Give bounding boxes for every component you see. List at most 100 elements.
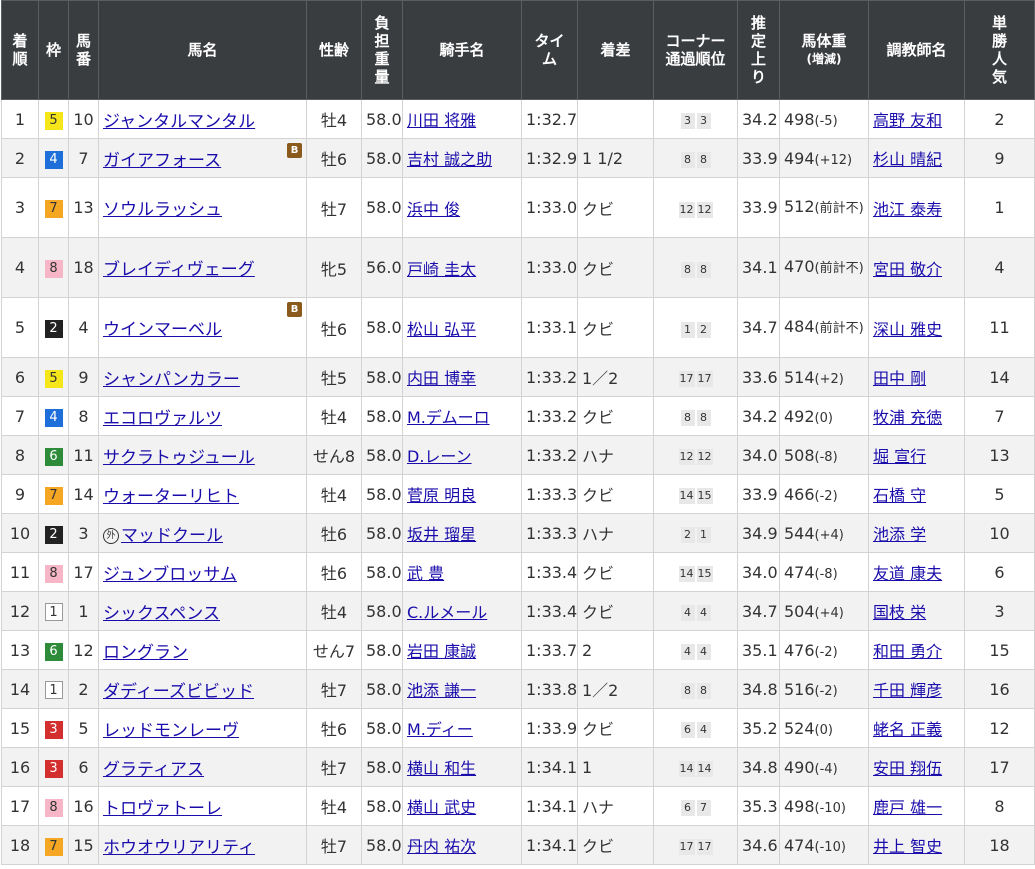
trainer-link[interactable]: 池江 泰寿: [873, 200, 942, 219]
horse-link[interactable]: ジャンタルマンタル: [103, 112, 255, 132]
horse-link[interactable]: ブレイディヴェーグ: [103, 260, 255, 280]
header-num: 馬番: [68, 0, 99, 100]
horse-link[interactable]: シックスペンス: [103, 604, 220, 624]
corner-3: 14: [678, 761, 695, 777]
margin-value: クビ: [582, 486, 615, 505]
jockey-link[interactable]: M.ディー: [407, 720, 473, 739]
trainer-link[interactable]: 井上 智史: [873, 837, 942, 856]
weight-value: 494: [784, 148, 815, 168]
jockey-link[interactable]: 岩田 康誠: [407, 642, 476, 661]
num-cell: 3: [68, 513, 99, 553]
jockey-link[interactable]: 吉村 誠之助: [407, 150, 492, 169]
header-frame: 枠: [38, 0, 69, 100]
table-row: 17 8 16 トロヴァトーレ 牡4 58.0 横山 武史 1:34.1 ハナ …: [1, 786, 1035, 826]
jockey-link[interactable]: 浜中 俊: [407, 200, 460, 219]
horse-link[interactable]: ソウルラッシュ: [103, 200, 222, 220]
horse-link[interactable]: ガイアフォース: [103, 151, 221, 171]
corner-cell: 21: [653, 513, 738, 553]
trainer-link[interactable]: 堀 宣行: [873, 447, 926, 466]
weight-cell: 466(-2): [779, 474, 869, 514]
trainer-link[interactable]: 国枝 栄: [873, 603, 926, 622]
rank-value: 13: [9, 640, 31, 660]
jockey-link[interactable]: 戸崎 圭太: [407, 260, 476, 279]
jockey-link[interactable]: 松山 弘平: [407, 320, 476, 339]
pop-value: 6: [994, 562, 1005, 582]
blinker-badge-icon: B: [287, 302, 302, 317]
jockey-link[interactable]: 横山 和生: [407, 759, 476, 778]
trainer-link[interactable]: 千田 輝彦: [873, 681, 942, 700]
trainer-cell: 蛯名 正義: [868, 708, 965, 748]
trainer-link[interactable]: 石橋 守: [873, 486, 926, 505]
trainer-link[interactable]: 深山 雅史: [873, 320, 942, 339]
horse-link[interactable]: グラティアス: [103, 760, 204, 780]
trainer-link[interactable]: 和田 勇介: [873, 642, 942, 661]
trainer-link[interactable]: 田中 剛: [873, 369, 926, 388]
load-cell: 58.0: [361, 138, 403, 178]
trainer-link[interactable]: 牧浦 充徳: [873, 408, 942, 427]
horse-cell: レッドモンレーヴ: [98, 708, 307, 748]
frame-cell: 5: [38, 99, 69, 139]
time-cell: 1:34.1: [521, 747, 578, 787]
pop-value: 15: [989, 640, 1010, 660]
jockey-link[interactable]: 丹内 祐次: [407, 837, 476, 856]
jockey-link[interactable]: M.デムーロ: [407, 408, 490, 427]
horse-link[interactable]: エコロヴァルツ: [103, 409, 222, 429]
horse-link[interactable]: ロングラン: [103, 643, 188, 663]
sexage-cell: 牡7: [306, 747, 362, 787]
jockey-link[interactable]: 横山 武史: [407, 798, 476, 817]
last3f-value: 34.8: [742, 679, 778, 699]
horse-link[interactable]: マッドクール: [121, 526, 223, 546]
trainer-link[interactable]: 池添 学: [873, 525, 926, 544]
horse-link[interactable]: ダディーズビビッド: [103, 682, 254, 702]
weight-diff: (前計不): [814, 320, 864, 336]
pop-cell: 5: [964, 474, 1035, 514]
rank-value: 16: [9, 757, 31, 777]
table-row: 5 2 4 ウインマーベル B 牡6 58.0 松山 弘平 1:33.1 クビ 1…: [1, 297, 1035, 358]
trainer-link[interactable]: 蛯名 正義: [873, 720, 942, 739]
num-cell: 10: [68, 99, 99, 139]
jockey-link[interactable]: 坂井 瑠星: [407, 525, 476, 544]
horse-link[interactable]: シャンパンカラー: [103, 370, 240, 390]
trainer-link[interactable]: 高野 友和: [873, 111, 942, 130]
horse-link[interactable]: サクラトゥジュール: [103, 448, 255, 468]
corner-3: 8: [680, 152, 695, 168]
table-row: 6 5 9 シャンパンカラー 牡5 58.0 内田 博幸 1:33.2 1／2 …: [1, 357, 1035, 397]
horse-link[interactable]: ウインマーベル: [103, 320, 222, 340]
trainer-link[interactable]: 宮田 敬介: [873, 260, 942, 279]
trainer-link[interactable]: 鹿戸 雄一: [873, 798, 942, 817]
jockey-cell: 横山 和生: [402, 747, 522, 787]
num-cell: 6: [68, 747, 99, 787]
horse-link[interactable]: ウォーターリヒト: [103, 487, 239, 507]
trainer-cell: 安田 翔伍: [868, 747, 965, 787]
jockey-link[interactable]: C.ルメール: [407, 603, 487, 622]
horse-cell: ダディーズビビッド: [98, 669, 307, 709]
pop-cell: 2: [964, 99, 1035, 139]
trainer-cell: 千田 輝彦: [868, 669, 965, 709]
weight-cell: 498(-10): [779, 786, 869, 826]
horse-link[interactable]: トロヴァトーレ: [103, 799, 222, 819]
sexage-value: 牡7: [320, 681, 348, 700]
jockey-link[interactable]: 武 豊: [407, 564, 444, 583]
jockey-link[interactable]: 川田 将雅: [407, 111, 476, 130]
jockey-link[interactable]: D.レーン: [407, 447, 472, 466]
jockey-cell: C.ルメール: [402, 591, 522, 631]
frame-badge: 3: [44, 720, 63, 739]
trainer-link[interactable]: 杉山 晴紀: [873, 150, 942, 169]
trainer-link[interactable]: 安田 翔伍: [873, 759, 942, 778]
sexage-cell: 牡5: [306, 357, 362, 397]
jockey-link[interactable]: 内田 博幸: [407, 369, 476, 388]
corner-4: 3: [696, 113, 711, 129]
jockey-link[interactable]: 池添 謙一: [407, 681, 476, 700]
horse-link[interactable]: ホウオウリアリティ: [103, 838, 255, 858]
sexage-cell: 牡6: [306, 297, 362, 358]
trainer-link[interactable]: 友道 康夫: [873, 564, 942, 583]
sexage-cell: せん8: [306, 435, 362, 475]
horse-link[interactable]: ジュンブロッサム: [103, 565, 237, 585]
weight-value: 484: [784, 316, 815, 336]
jockey-link[interactable]: 菅原 明良: [407, 486, 476, 505]
corner-4: 8: [696, 261, 711, 278]
num-value: 5: [78, 718, 89, 738]
load-cell: 58.0: [361, 513, 403, 553]
table-row: 9 7 14 ウォーターリヒト 牡4 58.0 菅原 明良 1:33.3 クビ …: [1, 474, 1035, 514]
horse-link[interactable]: レッドモンレーヴ: [103, 721, 239, 741]
